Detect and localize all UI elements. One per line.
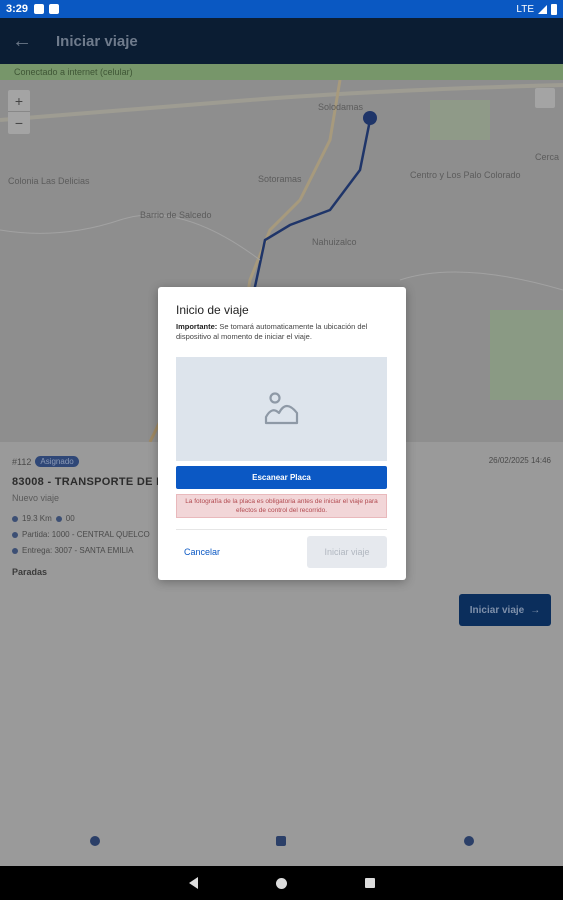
dialog-message: Importante: Se tomará automaticamente la… (176, 322, 388, 342)
back-arrow-icon[interactable]: ← (12, 30, 42, 53)
signal-icon (538, 4, 547, 14)
plate-photo-placeholder (176, 357, 387, 461)
trip-header: #112 Asignado (12, 456, 79, 467)
arrow-right-icon: → (530, 604, 541, 616)
trip-subtitle: Nuevo viaje (12, 493, 60, 503)
nav-home-icon[interactable] (275, 877, 287, 889)
app-bar: ← Iniciar viaje (0, 18, 563, 64)
zoom-out-button[interactable]: − (8, 112, 30, 134)
flag-icon (12, 547, 18, 554)
destination-text: Entrega: 3007 - SANTA EMILIA (22, 546, 134, 555)
nav-back-icon[interactable] (188, 877, 198, 889)
bottom-tabs (0, 826, 563, 866)
tab-truck-icon[interactable] (276, 836, 286, 846)
zoom-control: + − (8, 90, 30, 134)
stops-heading: Paradas (12, 567, 48, 577)
trip-date: 26/02/2025 14:46 (488, 456, 551, 465)
status-badge: Asignado (35, 456, 79, 467)
sim-icon (49, 4, 60, 14)
clock-icon (55, 515, 62, 522)
start-trip-dialog: Inicio de viaje Importante: Se tomará au… (158, 287, 406, 580)
cancel-button[interactable]: Cancelar (184, 543, 220, 561)
map-label: Colonia Las Delicias (8, 176, 90, 186)
status-bar: 3:29 LTE (0, 0, 563, 18)
start-trip-button[interactable]: Iniciar viaje → (459, 594, 551, 626)
dialog-start-trip-button[interactable]: Iniciar viaje (307, 536, 387, 568)
connection-status-bar: Conectado a internet (celular) (0, 64, 563, 80)
map-label: Barrio de Salcedo (140, 210, 212, 220)
company-name: 83008 - TRANSPORTE DE PE (12, 476, 172, 488)
map-label: Solodamas (318, 102, 364, 112)
dialog-title: Inicio de viaje (176, 303, 249, 317)
map-label: Nahuizalco (312, 237, 357, 247)
map-label: Cerca (535, 152, 560, 162)
map-label: Sotoramas (258, 174, 302, 184)
network-type: LTE (516, 3, 534, 15)
trip-origin: Partida: 1000 - CENTRAL QUELCO (12, 530, 150, 539)
tab-home-icon[interactable] (90, 836, 100, 846)
app-notification-icon (34, 4, 45, 14)
nav-recents-icon[interactable] (364, 878, 375, 888)
system-nav-bar (0, 866, 563, 900)
status-time: 3:29 (6, 3, 29, 15)
start-trip-label: Iniciar viaje (469, 604, 525, 616)
distance-value: 19.3 Km (22, 514, 52, 523)
scan-plate-button[interactable]: Escanear Placa (176, 466, 387, 489)
page-title: Iniciar viaje (56, 32, 138, 50)
dialog-message-strong: Importante: (176, 322, 218, 331)
image-placeholder-icon (264, 392, 298, 425)
trip-number: #112 (12, 456, 32, 467)
fullscreen-button[interactable] (535, 88, 555, 108)
map-pin-icon (363, 111, 377, 125)
zoom-in-button[interactable]: + (8, 90, 30, 112)
battery-icon (551, 3, 557, 15)
duration-value: 00 (65, 514, 75, 523)
origin-text: Partida: 1000 - CENTRAL QUELCO (22, 530, 150, 539)
trip-distance: 19.3 Km 00 (12, 514, 75, 523)
dialog-divider (176, 529, 387, 530)
plate-warning: La fotografía de la placa es obligatoria… (176, 494, 387, 518)
tab-sync-icon[interactable] (464, 836, 474, 846)
trip-destination: Entrega: 3007 - SANTA EMILIA (12, 546, 133, 555)
map-label: Centro y Los Palo Colorado (410, 170, 521, 180)
flag-icon (12, 531, 18, 538)
location-icon (12, 515, 18, 522)
